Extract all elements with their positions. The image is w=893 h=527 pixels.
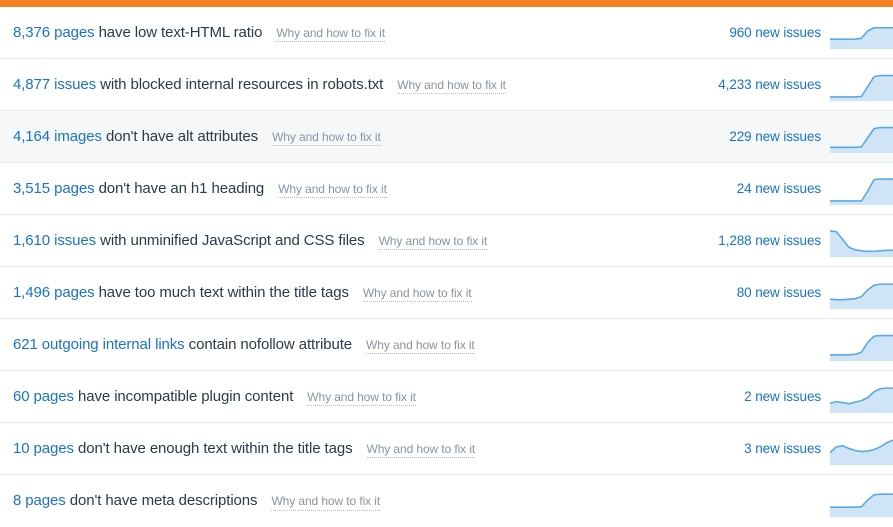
new-issues-count[interactable]: 4,233 new issues: [670, 77, 830, 92]
issue-row[interactable]: 3,515 pages don't have an h1 heading Why …: [0, 163, 893, 215]
issue-row[interactable]: 8 pages don't have meta descriptions Why …: [0, 475, 893, 527]
why-and-how-to-fix-it-link[interactable]: Why and how to fix it: [271, 493, 380, 511]
why-and-how-to-fix-it-link[interactable]: Why and how to fix it: [278, 181, 387, 199]
issue-count-link[interactable]: 1,610 issues: [13, 232, 96, 249]
why-and-how-to-fix-it-link[interactable]: Why and how to fix it: [397, 77, 506, 95]
issue-row-left: 1,610 issues with unminified JavaScript …: [13, 232, 487, 251]
issue-row-right: 2 new issues: [670, 371, 893, 422]
new-issues-count[interactable]: 1,288 new issues: [670, 233, 830, 248]
issue-row-left: 10 pages don't have enough text within t…: [13, 440, 475, 459]
issue-row[interactable]: 621 outgoing internal links contain nofo…: [0, 319, 893, 371]
new-issues-count[interactable]: 3 new issues: [670, 441, 830, 456]
issue-summary-text: 10 pages don't have enough text within t…: [13, 440, 353, 457]
new-issues-count[interactable]: 24 new issues: [670, 181, 830, 196]
issue-row-left: 8,376 pages have low text-HTML ratio Why …: [13, 24, 385, 43]
issue-row-left: 60 pages have incompatible plugin conten…: [13, 388, 416, 407]
sparkline-chart: [830, 69, 893, 101]
sparkline-area: [830, 127, 893, 153]
issue-row[interactable]: 1,610 issues with unminified JavaScript …: [0, 215, 893, 267]
sparkline-chart: [830, 121, 893, 153]
why-and-how-to-fix-it-link[interactable]: Why and how to fix it: [276, 25, 385, 43]
issue-row-left: 3,515 pages don't have an h1 heading Why …: [13, 180, 387, 199]
issue-summary-text: 4,164 images don't have alt attributes: [13, 128, 258, 145]
issue-row-left: 621 outgoing internal links contain nofo…: [13, 336, 475, 355]
issue-row-right: 24 new issues: [670, 163, 893, 214]
issue-summary-text: 8 pages don't have meta descriptions: [13, 492, 258, 510]
why-and-how-to-fix-it-link[interactable]: Why and how to fix it: [378, 233, 487, 251]
issues-list: 8,376 pages have low text-HTML ratio Why …: [0, 7, 893, 527]
why-and-how-to-fix-it-link[interactable]: Why and how to fix it: [362, 285, 472, 303]
issue-row-right: [670, 475, 893, 527]
sparkline-chart: [830, 433, 893, 465]
issue-count-link[interactable]: 8,376 pages: [13, 24, 95, 41]
issue-row-right: 4,233 new issues: [670, 59, 893, 110]
top-accent-bar: [0, 0, 893, 7]
issue-count-link[interactable]: 3,515 pages: [13, 180, 95, 197]
sparkline-chart: [830, 485, 893, 517]
issue-row-right: 3 new issues: [670, 423, 893, 474]
new-issues-count[interactable]: 2 new issues: [670, 389, 830, 404]
issue-summary-text: 4,877 issues with blocked internal resou…: [13, 76, 383, 93]
issue-count-link[interactable]: 8 pages: [13, 492, 66, 509]
issue-row-left: 8 pages don't have meta descriptions Why …: [13, 492, 380, 511]
issue-count-link[interactable]: 1,496 pages: [13, 284, 95, 301]
sparkline-area: [830, 335, 893, 361]
why-and-how-to-fix-it-link[interactable]: Why and how to fix it: [366, 337, 475, 355]
issue-description: with blocked internal resources in robot…: [100, 75, 384, 93]
issue-description: don't have meta descriptions: [69, 492, 258, 510]
sparkline-chart: [830, 381, 893, 413]
issue-row[interactable]: 60 pages have incompatible plugin conten…: [0, 371, 893, 423]
issue-row-right: 1,288 new issues: [670, 215, 893, 266]
issue-row-left: 1,496 pages have too much text within th…: [13, 284, 472, 303]
issue-count-link[interactable]: 4,164 images: [13, 128, 102, 145]
issue-summary-text: 3,515 pages don't have an h1 heading: [13, 180, 264, 197]
seo-issues-panel: 8,376 pages have low text-HTML ratio Why …: [0, 0, 893, 527]
new-issues-count[interactable]: 229 new issues: [670, 129, 830, 144]
issue-description: don't have an h1 heading: [98, 179, 265, 197]
issue-description: don't have alt attributes: [105, 127, 259, 145]
issue-row[interactable]: 1,496 pages have too much text within th…: [0, 267, 893, 319]
issue-description: have incompatible plugin content: [78, 387, 294, 405]
issue-description: don't have enough text within the title …: [78, 439, 353, 457]
new-issues-count[interactable]: 80 new issues: [670, 285, 830, 300]
issue-count-link[interactable]: 621 outgoing internal links: [13, 336, 185, 353]
issue-row-right: [670, 319, 893, 370]
issue-row-right: 960 new issues: [670, 7, 893, 58]
issue-description: have too much text within the title tags: [98, 283, 349, 301]
issue-description: have low text-HTML ratio: [98, 23, 263, 41]
sparkline-chart: [830, 277, 893, 309]
issue-description: contain nofollow attribute: [188, 335, 353, 353]
issue-row-right: 80 new issues: [670, 267, 893, 318]
issue-description: with unminified JavaScript and CSS files: [100, 231, 365, 249]
issue-summary-text: 8,376 pages have low text-HTML ratio: [13, 24, 262, 41]
issue-row-left: 4,877 issues with blocked internal resou…: [13, 76, 506, 95]
sparkline-chart: [830, 17, 893, 49]
issue-count-link[interactable]: 60 pages: [13, 388, 74, 405]
sparkline-chart: [830, 329, 893, 361]
issue-row[interactable]: 4,164 images don't have alt attributes Wh…: [0, 111, 893, 163]
sparkline-chart: [830, 225, 893, 257]
issue-row[interactable]: 4,877 issues with blocked internal resou…: [0, 59, 893, 111]
issue-count-link[interactable]: 4,877 issues: [13, 76, 96, 93]
why-and-how-to-fix-it-link[interactable]: Why and how to fix it: [307, 389, 416, 407]
issue-row-left: 4,164 images don't have alt attributes Wh…: [13, 128, 381, 147]
issue-summary-text: 621 outgoing internal links contain nofo…: [13, 336, 352, 353]
issue-summary-text: 60 pages have incompatible plugin conten…: [13, 388, 293, 405]
new-issues-count[interactable]: 960 new issues: [670, 25, 830, 40]
sparkline-chart: [830, 173, 893, 205]
issue-row[interactable]: 10 pages don't have enough text within t…: [0, 423, 893, 475]
why-and-how-to-fix-it-link[interactable]: Why and how to fix it: [366, 441, 475, 459]
issue-summary-text: 1,610 issues with unminified JavaScript …: [13, 232, 365, 249]
issue-count-link[interactable]: 10 pages: [13, 440, 74, 457]
issue-row-right: 229 new issues: [670, 111, 893, 162]
why-and-how-to-fix-it-link[interactable]: Why and how to fix it: [272, 129, 381, 147]
issue-row[interactable]: 8,376 pages have low text-HTML ratio Why …: [0, 7, 893, 59]
issue-summary-text: 1,496 pages have too much text within th…: [13, 284, 349, 301]
